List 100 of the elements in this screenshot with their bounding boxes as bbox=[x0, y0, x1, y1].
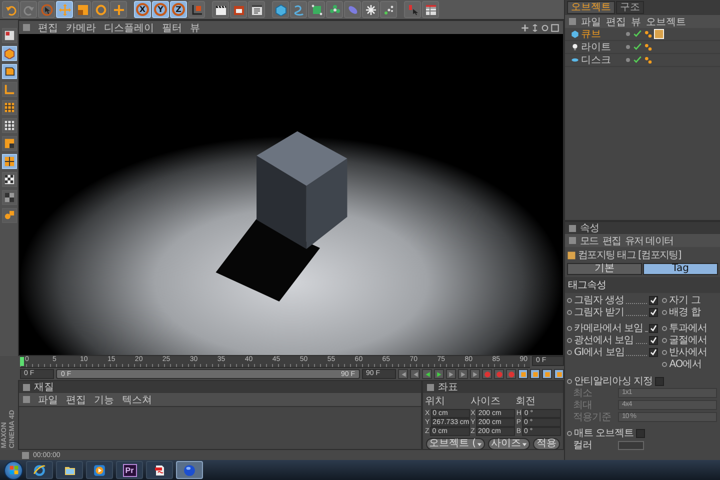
taskbar-button[interactable] bbox=[86, 461, 113, 479]
layout-icon bbox=[4, 30, 14, 41]
menu-item[interactable]: 편집 bbox=[602, 234, 621, 248]
menu-square-icon bbox=[569, 18, 576, 25]
panel-title: 재질 bbox=[34, 381, 54, 394]
playback-button[interactable] bbox=[410, 369, 420, 379]
corner-icon bbox=[4, 84, 14, 95]
playback-button[interactable] bbox=[446, 369, 456, 379]
menu-item[interactable]: 편집 bbox=[38, 20, 58, 34]
menu-item[interactable]: 편집 bbox=[606, 14, 626, 28]
checkbox[interactable] bbox=[649, 324, 658, 332]
caret-icon bbox=[522, 442, 528, 446]
playback-button[interactable] bbox=[422, 369, 432, 379]
taskbar-button[interactable] bbox=[26, 461, 53, 479]
axis-button[interactable]: Y bbox=[152, 1, 169, 18]
grid-icon bbox=[4, 120, 14, 131]
tool-button[interactable] bbox=[2, 172, 16, 187]
option-label: 자기 그 bbox=[669, 294, 700, 307]
menu-item[interactable]: 디스플레이 bbox=[104, 20, 154, 34]
tool-button[interactable] bbox=[2, 28, 16, 43]
column-header: 회전 bbox=[516, 395, 537, 408]
media-player-icon bbox=[93, 464, 106, 476]
taskbar-button[interactable] bbox=[146, 461, 173, 479]
window-icon bbox=[250, 4, 262, 16]
checkbox[interactable] bbox=[636, 428, 645, 438]
menu-item[interactable]: 기능 bbox=[94, 392, 114, 406]
dot-icon bbox=[625, 31, 631, 37]
tool-button[interactable] bbox=[2, 136, 16, 151]
record-button[interactable] bbox=[494, 369, 504, 379]
menu-item[interactable]: 모드 bbox=[580, 234, 598, 248]
document-icon bbox=[154, 464, 166, 476]
globe-icon bbox=[183, 464, 196, 476]
section-title: 태그속성 bbox=[568, 280, 606, 291]
option-label: 투과에서 bbox=[669, 322, 708, 335]
axis-button[interactable]: Z bbox=[170, 1, 187, 18]
size-dropdown[interactable]: 사이즈 bbox=[488, 438, 530, 450]
dot-icon bbox=[625, 57, 631, 63]
tool-button[interactable] bbox=[2, 118, 16, 133]
option-label: 매트 오브젝트 bbox=[574, 427, 634, 440]
dot-icon bbox=[662, 326, 668, 330]
checkbox[interactable] bbox=[654, 376, 664, 386]
menu-item[interactable]: 뷰 bbox=[190, 20, 200, 34]
disc-icon bbox=[571, 56, 579, 64]
tool-button[interactable] bbox=[212, 1, 229, 18]
option-label: 그림자 받기 bbox=[574, 306, 624, 319]
tag-title: 컴포지팅 태그 [컴포지팅] bbox=[578, 249, 681, 262]
apply-button[interactable]: 적용 bbox=[533, 438, 560, 450]
menu-item[interactable]: 뷰 bbox=[631, 14, 641, 28]
tab[interactable]: 기본 bbox=[567, 263, 642, 275]
tool-button[interactable] bbox=[2, 100, 16, 115]
dot-icon bbox=[567, 310, 572, 314]
dot-icon bbox=[567, 326, 572, 330]
menu-item[interactable]: 편집 bbox=[66, 392, 86, 406]
tag-icon bbox=[654, 29, 664, 39]
menu-item[interactable]: 유저 데이터 bbox=[624, 234, 674, 248]
rotate-icon bbox=[94, 4, 106, 16]
taskbar-button[interactable] bbox=[56, 461, 83, 479]
color-swatch[interactable] bbox=[618, 440, 644, 450]
cursor-icon bbox=[40, 4, 52, 16]
taskbar-button[interactable]: Pr bbox=[116, 461, 143, 479]
square-icon bbox=[4, 138, 14, 149]
key-icon bbox=[520, 370, 526, 378]
folder-icon bbox=[62, 464, 76, 476]
rotate-icon bbox=[541, 24, 549, 32]
playback-button[interactable] bbox=[434, 369, 444, 379]
playback-button[interactable] bbox=[470, 369, 480, 379]
menu-item[interactable]: 필터 bbox=[162, 20, 182, 34]
tab[interactable]: 오브젝트 bbox=[567, 1, 615, 14]
menu-item[interactable]: 파일 bbox=[38, 392, 58, 406]
tool-button[interactable] bbox=[248, 1, 265, 18]
key-icon bbox=[556, 370, 562, 378]
axis-button[interactable]: X bbox=[134, 1, 151, 18]
dot-icon bbox=[662, 350, 668, 354]
playback-button[interactable] bbox=[458, 369, 468, 379]
menu-item[interactable]: 오브젝트 bbox=[646, 14, 686, 28]
checkbox[interactable] bbox=[649, 348, 658, 356]
panel-title: 속성 bbox=[580, 222, 599, 235]
dot-icon bbox=[625, 44, 631, 50]
option-label: GI에서 보임 bbox=[574, 346, 624, 359]
checker-icon bbox=[4, 174, 14, 185]
checkbox[interactable] bbox=[649, 336, 658, 344]
key-icon bbox=[532, 370, 538, 378]
tab[interactable]: Tag bbox=[643, 263, 718, 275]
dot-icon bbox=[567, 378, 572, 384]
dots-icon bbox=[382, 4, 394, 16]
object-name[interactable]: 큐브 bbox=[581, 27, 623, 41]
menu-item[interactable]: 텍스쳐 bbox=[122, 392, 152, 406]
object-name[interactable]: 디스크 bbox=[581, 53, 623, 67]
panel-square-icon bbox=[427, 384, 434, 390]
menu-item[interactable]: 파일 bbox=[581, 14, 601, 28]
menu-item[interactable]: 카메라 bbox=[66, 20, 96, 34]
record-button[interactable] bbox=[482, 369, 492, 379]
record-button[interactable] bbox=[506, 369, 516, 379]
playback-button[interactable] bbox=[398, 369, 408, 379]
mode-dropdown[interactable]: 오브젝트 ( bbox=[426, 438, 486, 450]
checkbox[interactable] bbox=[649, 296, 658, 304]
object-name[interactable]: 라이트 bbox=[581, 40, 623, 54]
checkbox[interactable] bbox=[649, 308, 658, 316]
tab[interactable]: 구조 bbox=[616, 1, 644, 14]
start-button[interactable] bbox=[4, 460, 23, 480]
